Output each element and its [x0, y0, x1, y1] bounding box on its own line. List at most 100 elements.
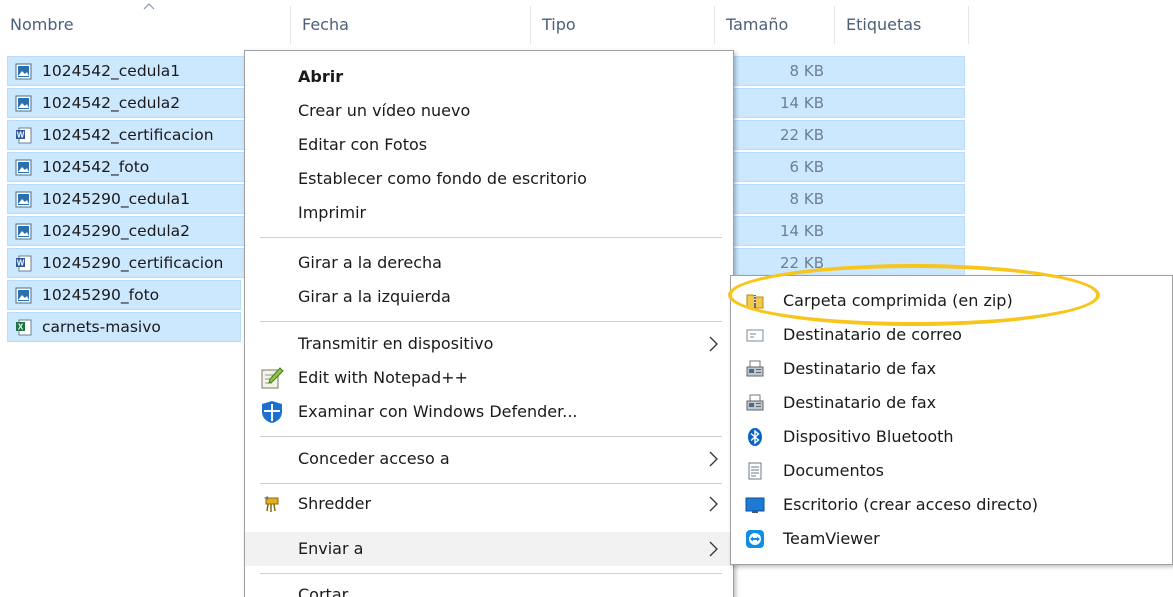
- file-size: 14 KB: [780, 222, 824, 240]
- menu-item-open[interactable]: Abrir: [245, 60, 733, 94]
- send-to-fax[interactable]: Destinatario de fax: [731, 352, 1172, 386]
- bluetooth-icon: [748, 428, 762, 446]
- column-divider[interactable]: [968, 6, 969, 44]
- column-size[interactable]: Tamaño: [716, 0, 788, 50]
- chevron-right-icon: [709, 336, 718, 352]
- menu-item-label: Editar con Fotos: [298, 135, 428, 154]
- menu-item-label: Imprimir: [298, 203, 367, 222]
- send-to-fax[interactable]: Destinatario de fax: [731, 386, 1172, 420]
- file-row[interactable]: X carnets-masivo: [7, 312, 241, 342]
- mail-recipient-icon: [746, 329, 764, 342]
- file-name: 1024542_cedula2: [42, 94, 181, 112]
- menu-item-cut[interactable]: Cortar: [245, 578, 733, 597]
- file-name: carnets-masivo: [42, 318, 161, 336]
- menu-item-print[interactable]: Imprimir: [245, 196, 733, 230]
- menu-item-give-access[interactable]: Conceder acceso a: [245, 442, 733, 476]
- send-to-bluetooth[interactable]: Dispositivo Bluetooth: [731, 420, 1172, 454]
- chevron-right-icon: [709, 451, 718, 467]
- column-type[interactable]: Tipo: [532, 0, 576, 50]
- submenu-item-label: Destinatario de fax: [783, 359, 937, 378]
- windows-defender-shield-icon: [262, 401, 282, 423]
- menu-item-shredder[interactable]: Shredder: [245, 487, 733, 521]
- menu-item-label: Examinar con Windows Defender...: [298, 402, 578, 421]
- fax-icon: [746, 360, 764, 377]
- word-file-icon: W: [16, 255, 32, 272]
- send-to-documents[interactable]: Documentos: [731, 454, 1172, 488]
- notepad-plus-plus-icon: [261, 367, 284, 389]
- desktop-icon: [745, 497, 765, 513]
- svg-text:X: X: [18, 323, 24, 332]
- submenu-item-label: Escritorio (crear acceso directo): [783, 495, 1039, 514]
- submenu-item-label: Dispositivo Bluetooth: [783, 427, 954, 446]
- image-file-icon: [15, 223, 32, 240]
- file-name: 10245290_cedula2: [42, 222, 191, 240]
- menu-item-label: Enviar a: [298, 539, 364, 558]
- column-header: Nombre Fecha Tipo Tamaño Etiquetas: [0, 0, 1173, 50]
- shredder-icon: [264, 496, 279, 512]
- chevron-right-icon: [709, 541, 718, 557]
- documents-icon: [748, 462, 762, 480]
- fax-icon: [746, 394, 764, 411]
- submenu-item-label: TeamViewer: [783, 529, 880, 548]
- file-size: 22 KB: [780, 126, 824, 144]
- send-to-desktop[interactable]: Escritorio (crear acceso directo): [731, 488, 1172, 522]
- column-tags[interactable]: Etiquetas: [836, 0, 921, 50]
- file-name: 10245290_foto: [42, 286, 160, 304]
- column-divider[interactable]: [290, 6, 291, 44]
- column-divider[interactable]: [834, 6, 835, 44]
- menu-item-cast[interactable]: Transmitir en dispositivo: [245, 327, 733, 361]
- menu-separator: [260, 483, 722, 484]
- sort-ascending-icon: [143, 3, 155, 10]
- file-size: 6 KB: [789, 158, 824, 176]
- menu-item-label: Cortar: [298, 585, 349, 597]
- menu-item-rotate-left[interactable]: Girar a la izquierda: [245, 280, 733, 314]
- menu-separator: [260, 237, 722, 238]
- image-file-icon: [15, 95, 32, 112]
- file-row[interactable]: 10245290_foto: [7, 280, 241, 310]
- submenu-item-label: Documentos: [783, 461, 885, 480]
- column-date[interactable]: Fecha: [292, 0, 349, 50]
- excel-file-icon: X: [16, 319, 32, 336]
- highlight-annotation-ring: [728, 264, 1100, 326]
- file-size: 8 KB: [789, 62, 824, 80]
- send-to-teamviewer[interactable]: TeamViewer: [731, 522, 1172, 556]
- menu-separator: [260, 436, 722, 437]
- menu-item-notepad[interactable]: Edit with Notepad++: [245, 361, 733, 395]
- column-name[interactable]: Nombre: [0, 0, 74, 50]
- menu-item-send-to[interactable]: Enviar a: [245, 532, 733, 566]
- submenu-item-label: Destinatario de fax: [783, 393, 937, 412]
- image-file-icon: [15, 191, 32, 208]
- menu-separator: [260, 321, 722, 322]
- context-menu: Abrir Crear un vídeo nuevo Editar con Fo…: [244, 50, 734, 597]
- file-name: 1024542_foto: [42, 158, 150, 176]
- menu-item-label: Edit with Notepad++: [298, 368, 468, 387]
- menu-item-label: Girar a la izquierda: [298, 287, 451, 306]
- menu-item-label: Establecer como fondo de escritorio: [298, 169, 587, 188]
- menu-item-label: Conceder acceso a: [298, 449, 450, 468]
- menu-separator: [260, 573, 722, 574]
- file-size: 14 KB: [780, 94, 824, 112]
- menu-item-label: Abrir: [298, 67, 344, 86]
- svg-text:W: W: [17, 259, 25, 268]
- column-divider[interactable]: [714, 6, 715, 44]
- file-name: 1024542_cedula1: [42, 62, 181, 80]
- column-divider[interactable]: [530, 6, 531, 44]
- file-name: 10245290_cedula1: [42, 190, 191, 208]
- menu-item-set-wallpaper[interactable]: Establecer como fondo de escritorio: [245, 162, 733, 196]
- menu-item-defender[interactable]: Examinar con Windows Defender...: [245, 395, 733, 429]
- menu-item-create-video[interactable]: Crear un vídeo nuevo: [245, 94, 733, 128]
- file-name: 10245290_certificacion: [42, 254, 224, 272]
- image-file-icon: [15, 287, 32, 304]
- file-name: 1024542_certificacion: [42, 126, 214, 144]
- word-file-icon: W: [16, 127, 32, 144]
- menu-item-rotate-right[interactable]: Girar a la derecha: [245, 246, 733, 280]
- chevron-right-icon: [709, 496, 718, 512]
- menu-item-label: Crear un vídeo nuevo: [298, 101, 471, 120]
- menu-item-edit-photos[interactable]: Editar con Fotos: [245, 128, 733, 162]
- menu-item-label: Shredder: [298, 494, 372, 513]
- file-size: 8 KB: [789, 190, 824, 208]
- image-file-icon: [15, 63, 32, 80]
- menu-item-label: Girar a la derecha: [298, 253, 442, 272]
- image-file-icon: [15, 159, 32, 176]
- teamviewer-icon: [746, 530, 764, 548]
